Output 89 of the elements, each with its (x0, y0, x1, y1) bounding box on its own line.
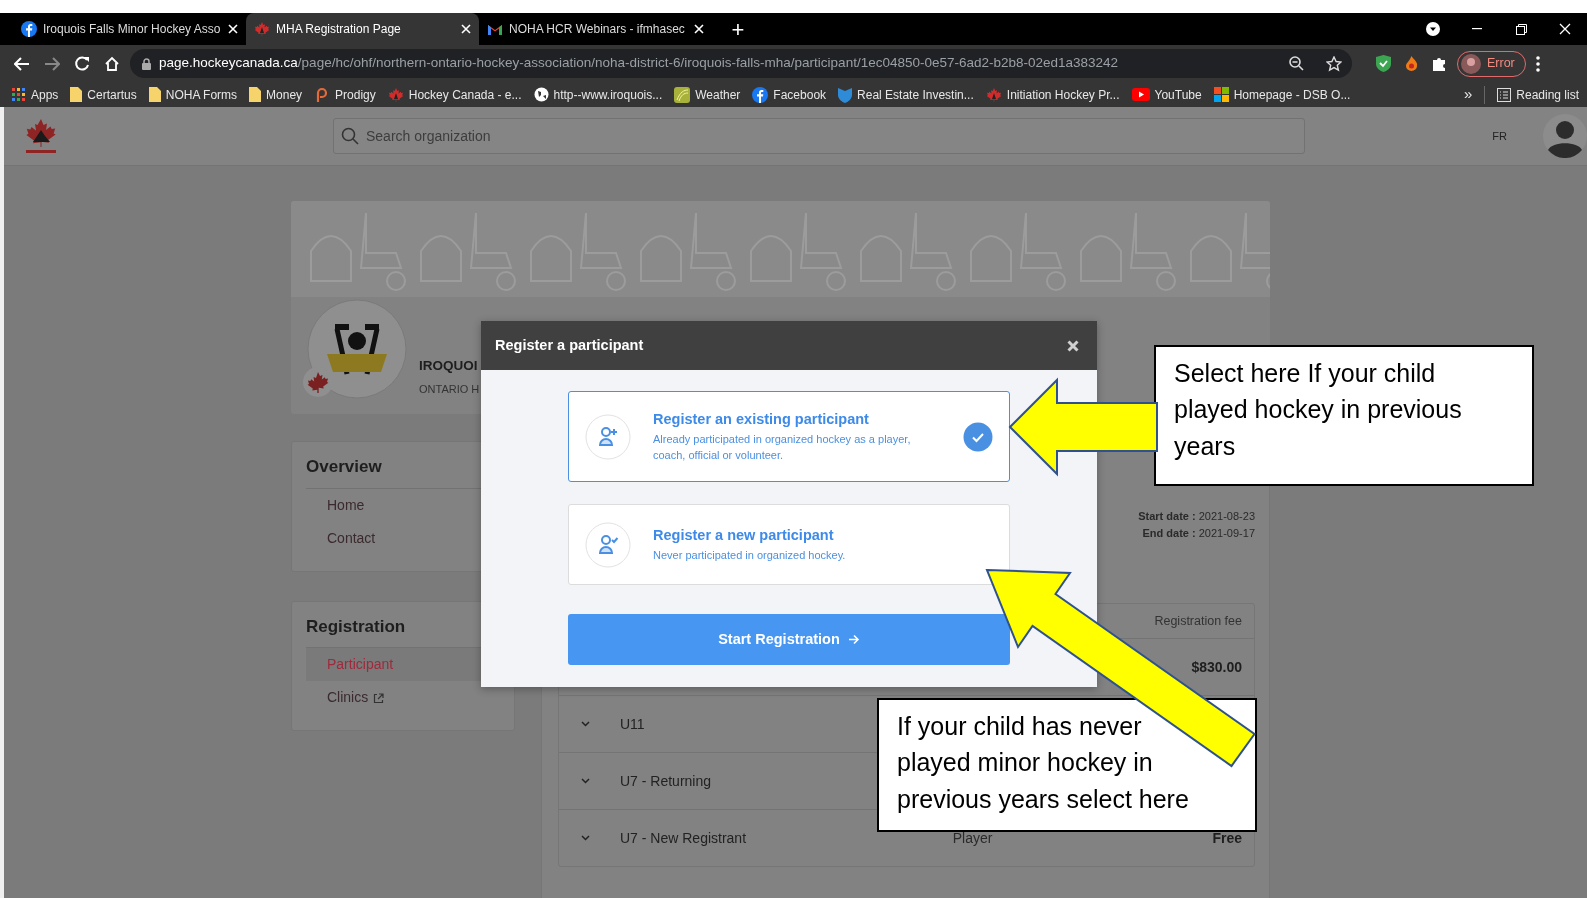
sidebar-link[interactable]: Clinics (306, 681, 514, 714)
section-title: Overview (305, 456, 383, 478)
folder-icon (148, 87, 161, 102)
fee-amount: Free (1212, 828, 1242, 848)
close-icon (694, 24, 704, 34)
shield-icon (838, 86, 853, 103)
bookmark[interactable]: Initiation Hockey Pr... (985, 85, 1120, 104)
organization-name: IROQUOI (419, 357, 478, 375)
avatar-icon (1461, 53, 1481, 74)
facebook-icon (752, 86, 769, 103)
mail-icon (487, 23, 503, 35)
browser-tab[interactable]: Iroquois Falls Minor Hockey Asso (13, 13, 246, 45)
sidebar-link[interactable]: Contact (306, 521, 514, 555)
search-field[interactable]: Search organization (333, 118, 1306, 154)
home-icon (104, 55, 120, 72)
new-tab-button[interactable]: + (718, 13, 758, 45)
bookmark[interactable]: Hockey Canada - e... (387, 85, 522, 104)
more-icon (1535, 55, 1540, 72)
division-name: U7 - New Registrant (620, 828, 747, 848)
person-check-icon (585, 521, 631, 568)
folder-icon (70, 87, 83, 102)
restore-icon (1515, 23, 1527, 35)
address-bar[interactable]: page.hockeycanada.ca/page/hc/ohf/northern-ontario-hockey-association/noha-district-6/iroquois-falls-mha/participant/1ec04850-0e57-6ad2-b2b8-02ed1a383242 (130, 49, 1352, 78)
modal-title: Register a participant (495, 335, 644, 355)
folder-icon (249, 87, 262, 102)
callout-text: Select here If your child played hockey in previous years (1174, 358, 1463, 462)
fee-amount: $830.00 (1191, 657, 1242, 677)
flame-icon (1405, 56, 1418, 71)
windows-icon (1213, 87, 1229, 102)
bookmark[interactable]: Weather (674, 85, 741, 104)
reading-list-button[interactable]: Reading list (1497, 85, 1579, 104)
chevron-down-icon (1426, 22, 1440, 36)
maple-leaf-icon (985, 86, 1002, 103)
start-date: Start date : 2021-08-23 (1138, 509, 1255, 524)
division-name: U7 - Returning (620, 771, 712, 791)
zoom-out-icon (1289, 56, 1304, 71)
puzzle-icon (1432, 56, 1447, 71)
weather-icon (674, 86, 691, 103)
list-icon (1497, 87, 1512, 102)
play-icon (1131, 88, 1150, 101)
bookmark[interactable]: Real Estate Investin... (838, 85, 974, 104)
chevron-down-icon (581, 778, 590, 784)
division-name: U11 (620, 714, 645, 734)
close-icon (228, 24, 238, 34)
bookmark[interactable]: http--www.iroquois... (533, 85, 663, 104)
more-bookmarks-button[interactable]: » (1463, 83, 1473, 106)
language-toggle[interactable]: FR (1492, 127, 1507, 145)
url-text: page.hockeycanada.ca/page/hc/ohf/northern-ontario-hockey-association/noha-district-6/iroquois-falls-mha/participant/1ec04850-0e57-6ad2-b2b8-02ed1a383242 (159, 54, 1119, 73)
bookmark[interactable]: NOHA Forms (148, 85, 238, 104)
check-icon (963, 421, 993, 452)
person-add-icon (585, 413, 631, 460)
chevron-down-icon (581, 721, 590, 727)
globe-icon (533, 87, 549, 102)
star-icon (1326, 55, 1342, 72)
callout-text: If your child has never played minor hockey in previous years select here (897, 711, 1190, 815)
maple-leaf-icon (254, 21, 270, 37)
role-text: Player (952, 828, 993, 848)
browser-tab[interactable]: MHA Registration Page (246, 13, 479, 45)
participant-option[interactable]: Register an existing participant Already participated in organized hockey as a player, coach, official or volunteer. (568, 391, 1010, 482)
sidebar-link[interactable]: Home (306, 488, 514, 522)
section-title: Registration (305, 615, 407, 638)
organization-subtitle: ONTARIO H (419, 382, 480, 398)
bookmark[interactable]: Facebook (752, 85, 827, 104)
back-arrow-icon (14, 56, 30, 71)
bookmark[interactable]: Homepage - DSB O... (1213, 85, 1351, 104)
bookmark[interactable]: Money (249, 85, 303, 104)
maple-leaf-icon (387, 86, 404, 103)
lock-icon (142, 57, 151, 70)
apps-grid-icon (12, 87, 26, 102)
close-icon (461, 24, 471, 34)
reload-icon (74, 55, 90, 72)
bookmark[interactable]: YouTube (1131, 85, 1202, 104)
close-icon (1559, 23, 1571, 35)
bookmark[interactable]: Apps (12, 85, 59, 104)
bookmark[interactable]: Prodigy (314, 85, 376, 104)
maple-leaf-badge (303, 367, 333, 397)
browser-tab[interactable]: NOHA HCR Webinars - ifmhasec (479, 13, 712, 45)
column-header: Registration fee (1154, 612, 1242, 630)
minimize-icon (1472, 28, 1482, 30)
end-date: End date : 2021-09-17 (1142, 525, 1255, 541)
search-icon (341, 127, 359, 145)
bookmark[interactable]: Certartus (70, 85, 137, 104)
arrow-right-icon (847, 634, 860, 645)
close-icon (1067, 339, 1079, 352)
facebook-icon (21, 21, 37, 37)
participant-option[interactable]: Register a new participant Never participated in organized hockey. (568, 504, 1010, 585)
chevron-down-icon (581, 835, 590, 841)
forward-arrow-icon (44, 56, 60, 71)
shield-check-icon (1376, 55, 1391, 72)
